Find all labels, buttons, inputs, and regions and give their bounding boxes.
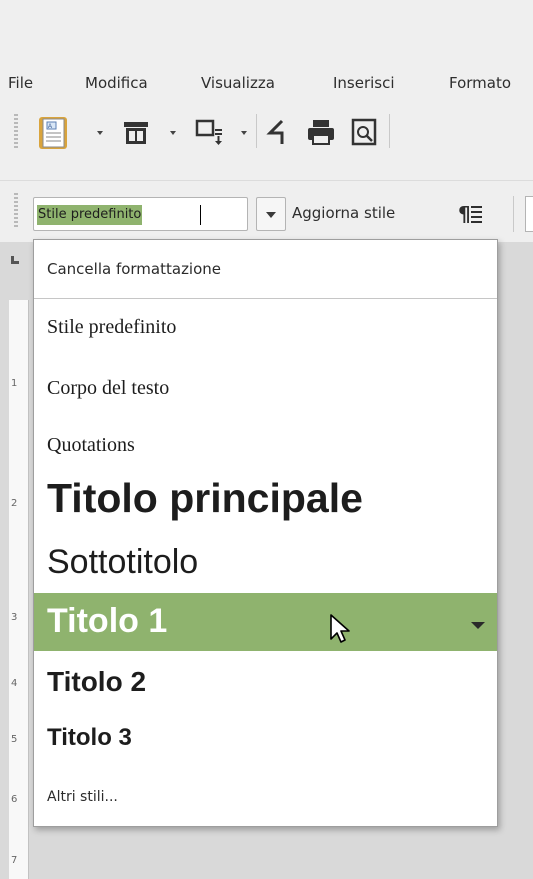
svg-text:A: A: [48, 124, 52, 130]
style-item-label: Titolo 1: [47, 602, 168, 640]
title-bar: [0, 0, 533, 60]
paragraph-style-menu: Cancella formattazione Stile predefinito…: [33, 239, 498, 827]
ruler-number: 2: [11, 498, 18, 509]
ruler-number: 1: [11, 378, 18, 389]
menu-insert[interactable]: Inserisci: [333, 74, 395, 92]
style-item-label: Sottotitolo: [47, 543, 199, 581]
template-document-icon[interactable]: A: [37, 116, 71, 154]
update-style-button[interactable]: Aggiorna stile: [292, 204, 395, 222]
paragraph-style-value: Stile predefinito: [37, 205, 143, 225]
ruler-number: 5: [11, 734, 18, 745]
toolbar-separator: [256, 114, 257, 148]
style-item-heading-1[interactable]: Titolo 1: [34, 593, 497, 651]
ruler-number: 4: [11, 678, 18, 689]
style-item-text-body[interactable]: Corpo del testo: [34, 359, 497, 421]
svg-text:¶: ¶: [458, 203, 471, 225]
menu-file[interactable]: File: [8, 74, 33, 92]
style-item-label: Stile predefinito: [47, 316, 177, 338]
insert-table-icon[interactable]: [122, 120, 150, 150]
style-item-heading-2[interactable]: Titolo 2: [34, 651, 497, 709]
toolbar-grip[interactable]: [14, 114, 18, 148]
style-item-label: Corpo del testo: [47, 377, 170, 399]
style-item-subtitle[interactable]: Sottotitolo: [34, 531, 497, 593]
text-caret: [200, 205, 201, 225]
style-item-label: Titolo 2: [47, 666, 147, 697]
paragraph-style-dropdown-button[interactable]: [256, 197, 286, 231]
style-item-label: Titolo principale: [47, 475, 363, 521]
table-dropdown-arrow[interactable]: [170, 131, 176, 135]
vertical-ruler: 1 2 3 4 5 6 7: [9, 300, 29, 879]
clear-formatting-label: Cancella formattazione: [47, 260, 222, 278]
style-item-label: Titolo 3: [47, 724, 132, 751]
more-styles-label: Altri stili...: [47, 789, 118, 805]
style-item-title[interactable]: Titolo principale: [34, 475, 497, 531]
print-icon[interactable]: [306, 118, 336, 150]
field-dropdown-arrow[interactable]: [241, 131, 247, 135]
chevron-down-icon: [266, 212, 276, 218]
menu-edit[interactable]: Modifica: [85, 74, 148, 92]
paragraph-styles-icon[interactable]: ¶: [458, 202, 484, 229]
chevron-down-icon[interactable]: [471, 622, 485, 629]
toolbar-separator: [513, 196, 514, 232]
ruler-number: 7: [11, 855, 18, 866]
toolbar-separator: [389, 114, 390, 148]
more-styles-item[interactable]: Altri stili...: [34, 769, 497, 825]
font-name-input[interactable]: [525, 196, 533, 232]
paragraph-style-input[interactable]: Stile predefinito: [33, 197, 248, 231]
style-item-heading-3[interactable]: Titolo 3: [34, 709, 497, 769]
ruler-number: 3: [11, 612, 18, 623]
style-item-default[interactable]: Stile predefinito: [34, 299, 497, 359]
menu-bar: File Modifica Visualizza Inserisci Forma…: [0, 60, 533, 106]
insert-field-icon[interactable]: [194, 118, 224, 150]
mouse-pointer-icon: [329, 613, 351, 649]
standard-toolbar: A: [0, 106, 533, 156]
toolbar-grip[interactable]: [14, 193, 18, 227]
clear-formatting-item[interactable]: Cancella formattazione: [34, 240, 497, 299]
send-icon[interactable]: [264, 118, 294, 150]
tab-stop-icon[interactable]: [11, 256, 19, 264]
menu-view[interactable]: Visualizza: [201, 74, 275, 92]
style-item-label: Quotations: [47, 434, 135, 456]
ruler-number: 6: [11, 794, 18, 805]
menu-format[interactable]: Formato: [449, 74, 511, 92]
template-dropdown-arrow[interactable]: [97, 131, 103, 135]
print-preview-icon[interactable]: [350, 118, 380, 150]
style-item-quotations[interactable]: Quotations: [34, 421, 497, 475]
